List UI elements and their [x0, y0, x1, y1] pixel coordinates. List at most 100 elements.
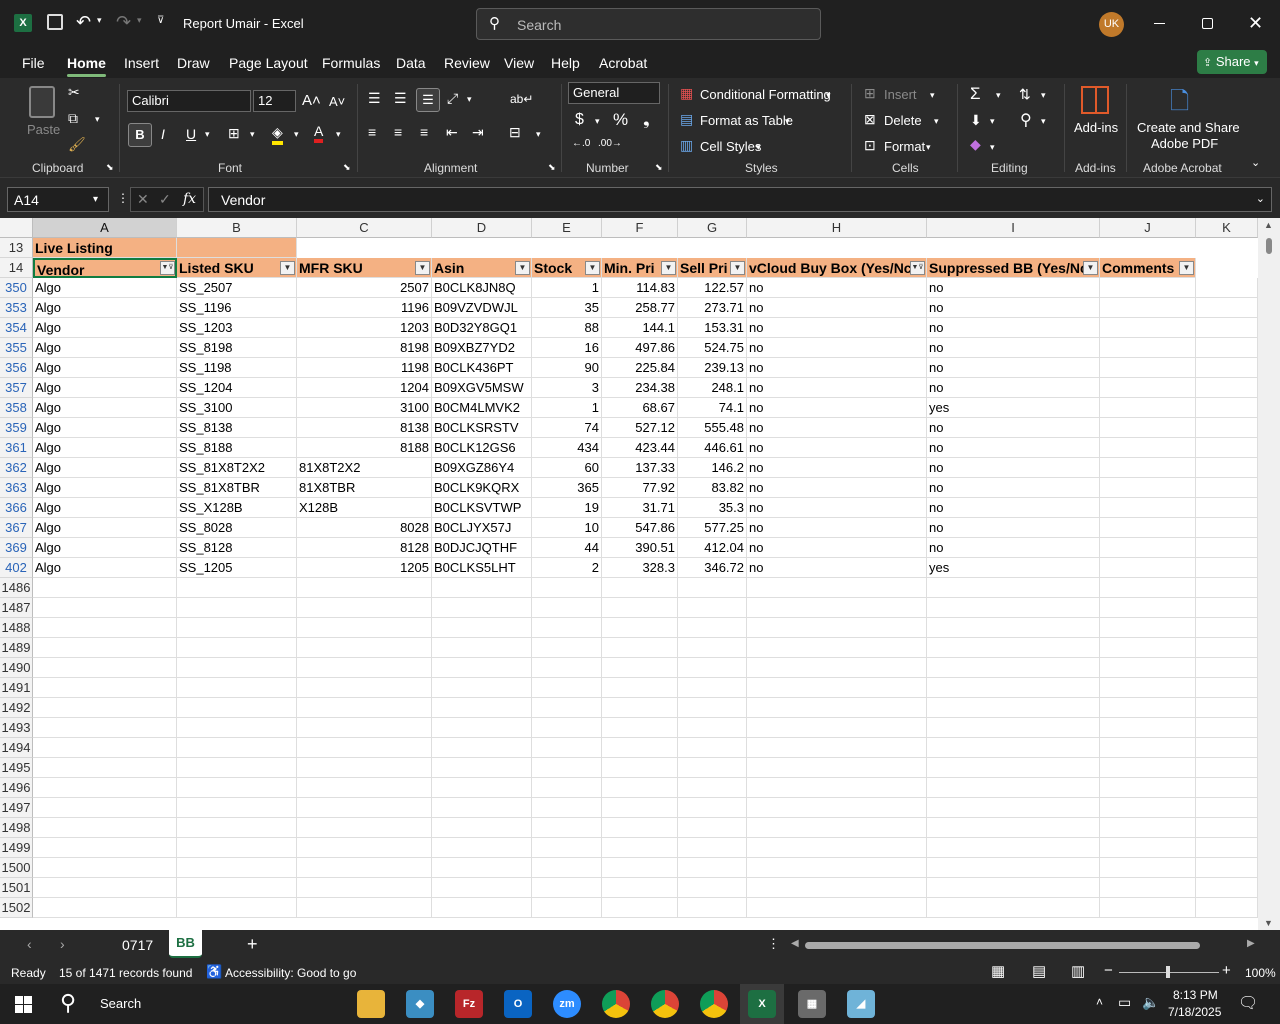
minimize-icon[interactable] — [1154, 23, 1165, 24]
table-cell[interactable] — [1100, 278, 1196, 298]
table-cell[interactable] — [1196, 398, 1258, 418]
table-cell[interactable] — [678, 758, 747, 778]
row-header[interactable]: 356 — [0, 358, 33, 378]
table-cell[interactable]: 273.71 — [678, 298, 747, 318]
table-cell[interactable] — [747, 618, 927, 638]
table-cell[interactable] — [33, 798, 177, 818]
row-header[interactable]: 402 — [0, 558, 33, 578]
table-cell[interactable] — [927, 598, 1100, 618]
conditional-formatting-icon[interactable]: ▦ — [680, 85, 693, 102]
close-icon[interactable]: ✕ — [1248, 13, 1263, 34]
table-cell[interactable] — [927, 858, 1100, 878]
table-cell[interactable] — [1196, 838, 1258, 858]
underline-button[interactable]: U — [186, 126, 196, 142]
table-cell[interactable]: 2 — [532, 558, 602, 578]
redo-dropdown-icon[interactable]: ▾ — [137, 15, 142, 26]
insert-cells-icon[interactable]: ⊞ — [864, 85, 876, 102]
row-header[interactable]: 14 — [0, 258, 33, 278]
table-cell[interactable] — [297, 698, 432, 718]
table-cell[interactable] — [432, 778, 532, 798]
column-header-g[interactable]: G — [678, 218, 747, 238]
zoom-out-icon[interactable]: − — [1104, 962, 1113, 979]
table-cell[interactable]: 74 — [532, 418, 602, 438]
table-cell[interactable] — [33, 878, 177, 898]
table-cell[interactable] — [678, 598, 747, 618]
tab-home[interactable]: Home — [67, 55, 106, 77]
table-cell[interactable] — [1100, 498, 1196, 518]
table-cell[interactable] — [33, 898, 177, 918]
table-cell[interactable]: no — [747, 278, 927, 298]
table-cell[interactable]: 446.61 — [678, 438, 747, 458]
tab-help[interactable]: Help — [551, 55, 580, 71]
table-cell[interactable] — [1100, 658, 1196, 678]
table-cell[interactable]: 497.86 — [602, 338, 678, 358]
table-cell[interactable] — [1196, 738, 1258, 758]
table-cell[interactable] — [1100, 678, 1196, 698]
table-cell[interactable]: 83.82 — [678, 478, 747, 498]
table-cell[interactable] — [532, 658, 602, 678]
table-cell[interactable]: no — [747, 358, 927, 378]
table-cell[interactable]: Algo — [33, 438, 177, 458]
merge-dropdown-icon[interactable]: ▾ — [536, 129, 541, 140]
table-cell[interactable]: no — [927, 518, 1100, 538]
table-cell[interactable] — [678, 618, 747, 638]
table-cell[interactable]: no — [927, 498, 1100, 518]
table-cell[interactable] — [532, 878, 602, 898]
redo-icon[interactable]: ↷ — [116, 12, 131, 33]
table-cell[interactable]: 3 — [532, 378, 602, 398]
align-center-icon[interactable]: ≡ — [394, 124, 402, 140]
row-header[interactable]: 357 — [0, 378, 33, 398]
row-header[interactable]: 1486 — [0, 578, 33, 598]
table-cell[interactable] — [33, 738, 177, 758]
table-cell[interactable] — [927, 618, 1100, 638]
table-cell[interactable] — [1196, 298, 1258, 318]
expand-formula-icon[interactable]: ⌄ — [1256, 192, 1265, 205]
table-cell[interactable] — [1100, 418, 1196, 438]
table-cell[interactable]: 88 — [532, 318, 602, 338]
table-cell[interactable] — [602, 898, 678, 918]
table-cell[interactable] — [33, 618, 177, 638]
table-cell[interactable] — [927, 818, 1100, 838]
table-cell[interactable]: 239.13 — [678, 358, 747, 378]
font-name-select[interactable]: Calibri — [127, 90, 251, 112]
table-cell[interactable] — [1196, 798, 1258, 818]
row-header[interactable]: 1500 — [0, 858, 33, 878]
table-cell[interactable] — [747, 738, 927, 758]
table-cell[interactable] — [747, 818, 927, 838]
format-as-table-button[interactable]: Format as Table — [700, 113, 793, 128]
table-cell[interactable]: 1196 — [297, 298, 432, 318]
table-cell[interactable] — [297, 818, 432, 838]
table-cell[interactable]: Algo — [33, 518, 177, 538]
column-header-vcloud-buy-box[interactable]: vCloud Buy Box (Yes/Nc — [747, 258, 927, 278]
table-cell[interactable] — [432, 678, 532, 698]
scroll-right-icon[interactable]: ▶ — [1247, 938, 1255, 949]
notifications-icon[interactable]: 🗨 — [1238, 993, 1258, 1013]
cell-styles-icon[interactable]: ▥ — [680, 137, 693, 154]
table-cell[interactable]: Algo — [33, 398, 177, 418]
table-cell[interactable] — [747, 678, 927, 698]
comma-style-icon[interactable]: ❟ — [643, 110, 650, 130]
table-cell[interactable]: B0CLKS5LHT — [432, 558, 532, 578]
table-cell[interactable] — [532, 638, 602, 658]
table-cell[interactable]: no — [927, 418, 1100, 438]
table-cell[interactable] — [1196, 618, 1258, 638]
table-cell[interactable] — [927, 898, 1100, 918]
table-cell[interactable]: X128B — [297, 498, 432, 518]
table-cell[interactable] — [602, 618, 678, 638]
tab-review[interactable]: Review — [444, 55, 490, 71]
table-cell[interactable]: yes — [927, 558, 1100, 578]
row-header[interactable]: 1497 — [0, 798, 33, 818]
increase-indent-icon[interactable]: ⇥ — [472, 124, 484, 141]
table-cell[interactable]: 8198 — [297, 338, 432, 358]
table-cell[interactable] — [432, 718, 532, 738]
table-cell[interactable]: 2507 — [297, 278, 432, 298]
table-cell[interactable] — [678, 638, 747, 658]
font-color-icon[interactable]: A — [314, 123, 324, 143]
table-cell[interactable]: 390.51 — [602, 538, 678, 558]
table-cell[interactable] — [1196, 498, 1258, 518]
table-cell[interactable] — [602, 778, 678, 798]
chrome-icon[interactable] — [651, 990, 679, 1018]
app-icon[interactable]: ◢ — [847, 990, 875, 1018]
table-cell[interactable] — [33, 638, 177, 658]
filter-dropdown-icon[interactable]: ▼ — [730, 261, 745, 275]
